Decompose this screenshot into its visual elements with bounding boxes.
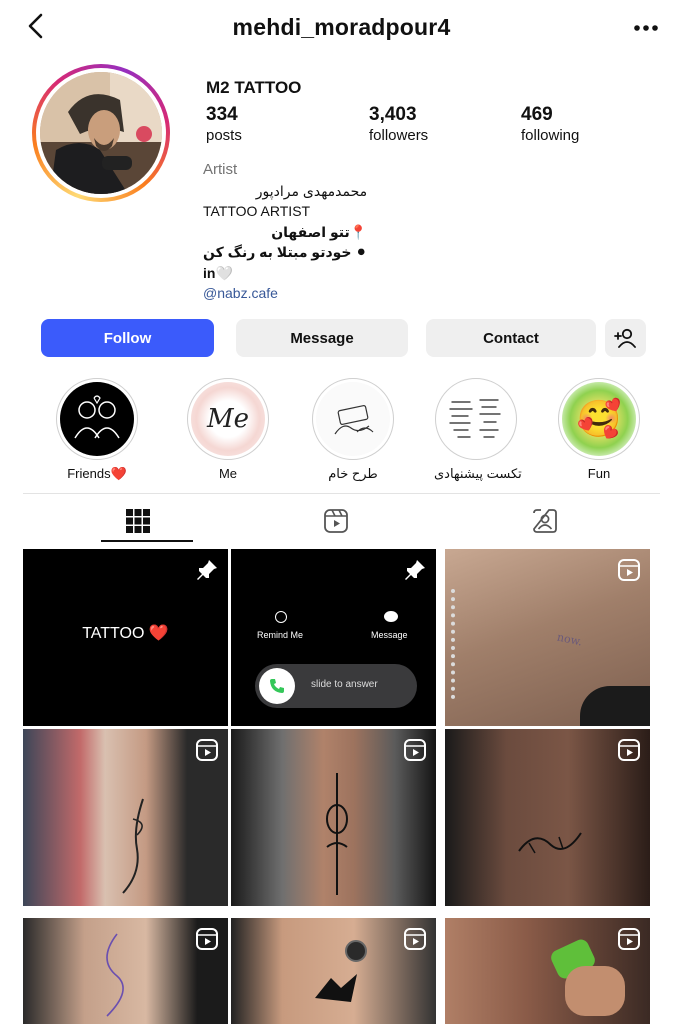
- bio-link[interactable]: @nabz.cafe: [203, 283, 367, 304]
- tattoo-drawing: [106, 933, 124, 1017]
- shirt-corner: [580, 686, 650, 726]
- stat-posts[interactable]: 334 posts: [206, 104, 242, 144]
- slide-to-answer-text: slide to answer: [311, 679, 378, 690]
- bio: Artist محمدمهدی مرادپور TATTOO ARTIST 📍ت…: [203, 160, 367, 304]
- highlight-cover-text: Me: [206, 404, 249, 434]
- smiling-face-hearts-icon: 🥰: [576, 398, 622, 439]
- reels-icon: [324, 509, 348, 533]
- add-user-icon: [613, 328, 636, 348]
- highlight-cover[interactable]: 🥰: [558, 378, 640, 460]
- message-label: Message: [371, 630, 408, 640]
- message-button[interactable]: Message: [236, 319, 408, 357]
- reel-icon: [618, 928, 640, 950]
- reel-icon: [404, 739, 426, 761]
- suggest-users-button[interactable]: [605, 319, 646, 357]
- tattoo-text: now.: [555, 630, 584, 649]
- bio-line: ⚫ خودتو مبتلا به رنگ کن: [203, 244, 368, 260]
- story-ring[interactable]: [32, 64, 170, 202]
- stat-followers[interactable]: 3,403 followers: [369, 104, 428, 144]
- highlight-suggested-text[interactable]: تکست پیشنهادی: [434, 378, 522, 482]
- highlight-label: Me: [218, 466, 238, 481]
- slide-to-answer-bar: slide to answer: [255, 664, 417, 708]
- highlight-raw-design[interactable]: طرح خام: [311, 378, 395, 482]
- post-tile[interactable]: [445, 918, 650, 1024]
- profile-tabs: [23, 494, 660, 548]
- stat-value: 3,403: [369, 104, 417, 125]
- tattoo-drawing: [315, 974, 357, 1002]
- pin-icon: [405, 560, 425, 580]
- bio-line: TATTOO ARTIST: [203, 203, 311, 219]
- tab-posts[interactable]: [33, 494, 243, 548]
- post-tile[interactable]: TATTOO ❤️: [23, 549, 228, 726]
- alarm-icon: [275, 611, 287, 623]
- highlight-cover[interactable]: [56, 378, 138, 460]
- post-tile[interactable]: [23, 918, 228, 1024]
- tattoo-drawing: [122, 798, 144, 894]
- highlight-label: Fun: [587, 466, 611, 481]
- stat-label: followers: [369, 127, 429, 144]
- reel-icon: [404, 928, 426, 950]
- stat-following[interactable]: 469 following: [521, 104, 579, 144]
- post-tile[interactable]: [231, 729, 436, 906]
- highlight-label: Friends❤️: [67, 466, 127, 481]
- reel-icon: [618, 739, 640, 761]
- stat-label: posts: [206, 127, 242, 144]
- post-tile[interactable]: [231, 918, 436, 1024]
- profile-username: mehdi_moradpour4: [232, 14, 451, 40]
- highlight-cover[interactable]: [312, 378, 394, 460]
- highlight-friends[interactable]: Friends❤️: [55, 378, 139, 482]
- post-tile[interactable]: Remind Me Message slide to answer: [231, 549, 436, 726]
- reel-icon: [196, 739, 218, 761]
- tattoo-drawing: [518, 832, 582, 854]
- more-options-icon[interactable]: [631, 12, 661, 42]
- bio-line: in🤍: [203, 264, 233, 281]
- chain-necklace: [451, 589, 471, 699]
- display-name: M2 TATTOO: [206, 78, 302, 97]
- tattoo-coin: [345, 940, 367, 962]
- post-tile[interactable]: [23, 729, 228, 906]
- reel-icon: [618, 559, 640, 581]
- tab-reels[interactable]: [231, 494, 441, 548]
- highlight-me[interactable]: Me Me: [186, 378, 270, 481]
- remind-me-label: Remind Me: [257, 630, 304, 640]
- highlight-fun[interactable]: 🥰 Fun: [557, 378, 641, 481]
- bio-line: محمدمهدی مرادپور: [255, 182, 368, 199]
- tab-tagged[interactable]: [440, 494, 650, 548]
- avatar: [40, 72, 162, 194]
- tattoo-drawing: [326, 773, 348, 895]
- top-bar: mehdi_moradpour4: [0, 0, 683, 56]
- stat-value: 469: [521, 104, 553, 125]
- stat-label: following: [521, 127, 580, 144]
- highlight-cover[interactable]: Me: [187, 378, 269, 460]
- pin-icon: [197, 560, 217, 580]
- message-bubble-icon: [384, 611, 398, 622]
- follow-button[interactable]: Follow: [41, 319, 214, 357]
- post-tile[interactable]: now.: [445, 549, 650, 726]
- grid-icon: [126, 509, 150, 533]
- bio-line: 📍تتو اصفهان: [271, 223, 368, 240]
- highlight-label: تکست پیشنهادی: [434, 466, 522, 481]
- stat-value: 334: [206, 104, 238, 125]
- contact-button[interactable]: Contact: [426, 319, 596, 357]
- highlight-label: طرح خام: [328, 466, 378, 481]
- phone-icon: [259, 668, 295, 704]
- tagged-icon: [533, 509, 557, 533]
- post-caption-text: TATTOO ❤️: [82, 625, 169, 642]
- bio-category: Artist: [203, 161, 238, 178]
- reel-icon: [196, 928, 218, 950]
- post-tile[interactable]: [445, 729, 650, 906]
- highlight-cover[interactable]: [435, 378, 517, 460]
- artist-hand: [565, 966, 625, 1016]
